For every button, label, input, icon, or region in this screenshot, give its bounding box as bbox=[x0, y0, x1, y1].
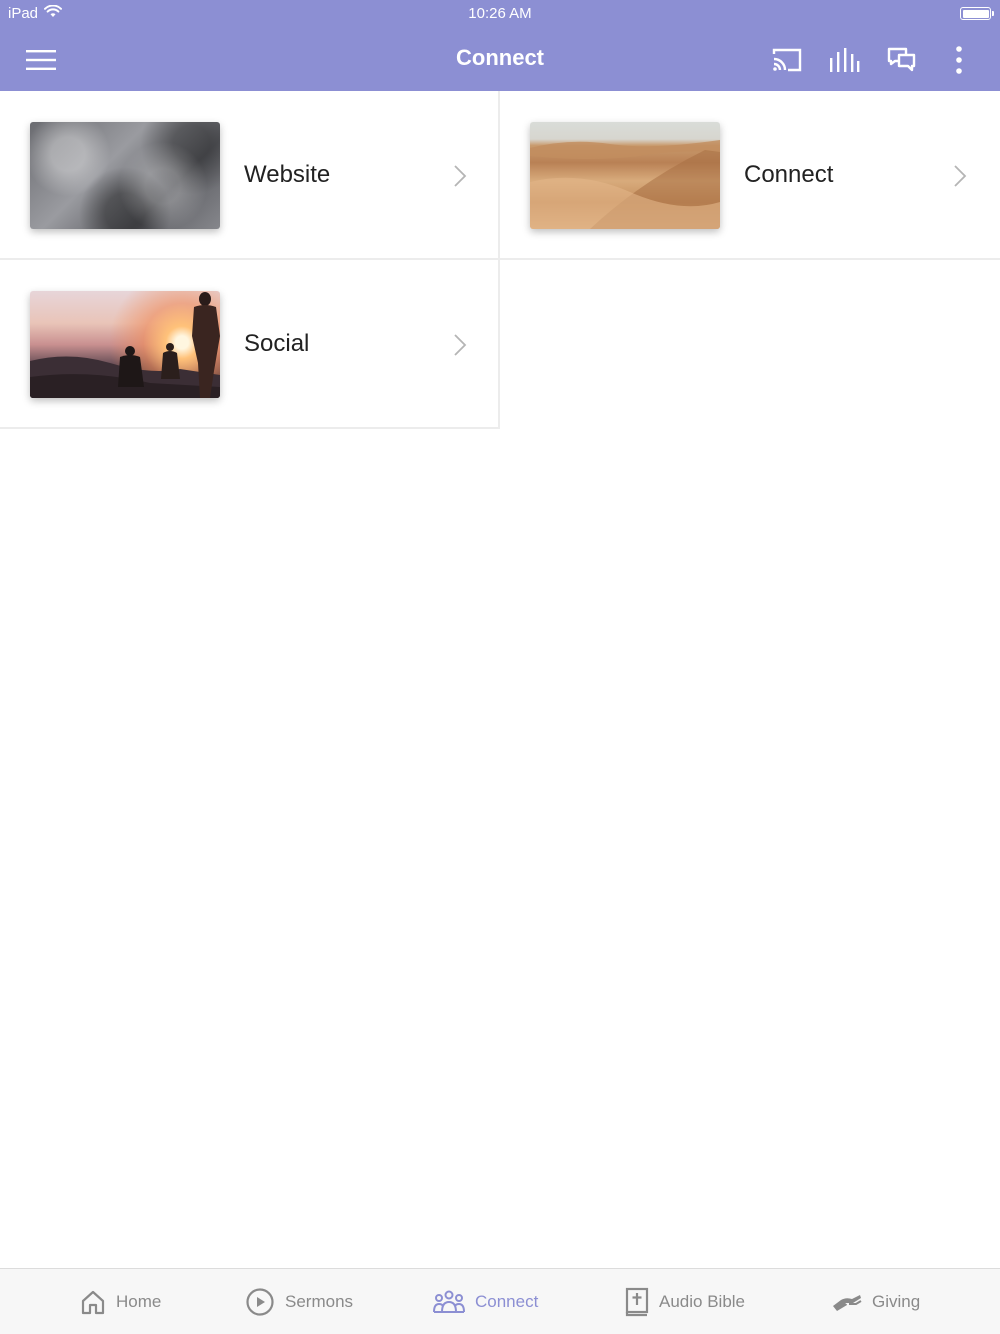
top-bar: iPad 10:26 AM Connect bbox=[0, 0, 1000, 91]
status-bar: iPad 10:26 AM bbox=[0, 0, 1000, 28]
home-icon bbox=[81, 1290, 105, 1315]
tab-label: Sermons bbox=[285, 1292, 354, 1311]
item-label: Connect bbox=[744, 161, 834, 188]
thumbnail-image bbox=[530, 122, 720, 229]
item-label: Website bbox=[244, 161, 331, 188]
list-item-website[interactable]: Website bbox=[0, 91, 500, 260]
chat-button[interactable] bbox=[884, 42, 920, 78]
people-icon bbox=[433, 1290, 465, 1313]
battery-icon bbox=[960, 7, 994, 20]
more-vertical-icon bbox=[956, 46, 962, 74]
thumbnail-image bbox=[30, 291, 220, 398]
giving-hand-icon bbox=[833, 1295, 862, 1311]
equalizer-icon bbox=[830, 48, 860, 72]
bible-icon bbox=[625, 1287, 649, 1317]
play-circle-icon bbox=[246, 1288, 274, 1316]
cast-button[interactable] bbox=[769, 42, 805, 78]
tab-label: Connect bbox=[475, 1292, 539, 1311]
item-label: Social bbox=[244, 330, 310, 357]
tab-sermons[interactable]: Sermons bbox=[245, 1269, 353, 1334]
status-time: 10:26 AM bbox=[468, 5, 532, 22]
tab-label: Audio Bible bbox=[659, 1292, 746, 1311]
tab-giving[interactable]: Giving bbox=[832, 1269, 920, 1334]
tab-label: Giving bbox=[872, 1292, 921, 1311]
tab-connect[interactable]: Connect bbox=[433, 1269, 538, 1334]
navigation-bar: Connect bbox=[0, 28, 1000, 91]
more-button[interactable] bbox=[941, 42, 977, 78]
chevron-right-icon bbox=[454, 334, 467, 356]
list-item-social[interactable]: Social bbox=[0, 260, 500, 429]
equalizer-button[interactable] bbox=[826, 42, 862, 78]
tab-label: Home bbox=[116, 1292, 162, 1311]
tab-home[interactable]: Home bbox=[80, 1269, 161, 1334]
chevron-right-icon bbox=[454, 165, 467, 187]
list-item-connect[interactable]: Connect bbox=[500, 91, 1000, 260]
thumbnail-image bbox=[30, 122, 220, 229]
chat-icon bbox=[887, 47, 916, 72]
cast-icon bbox=[772, 48, 802, 72]
tab-bar: Home Sermons Connect Audio Bible Giving bbox=[0, 1268, 1000, 1334]
tab-audio-bible[interactable]: Audio Bible bbox=[625, 1269, 745, 1334]
chevron-right-icon bbox=[954, 165, 967, 187]
